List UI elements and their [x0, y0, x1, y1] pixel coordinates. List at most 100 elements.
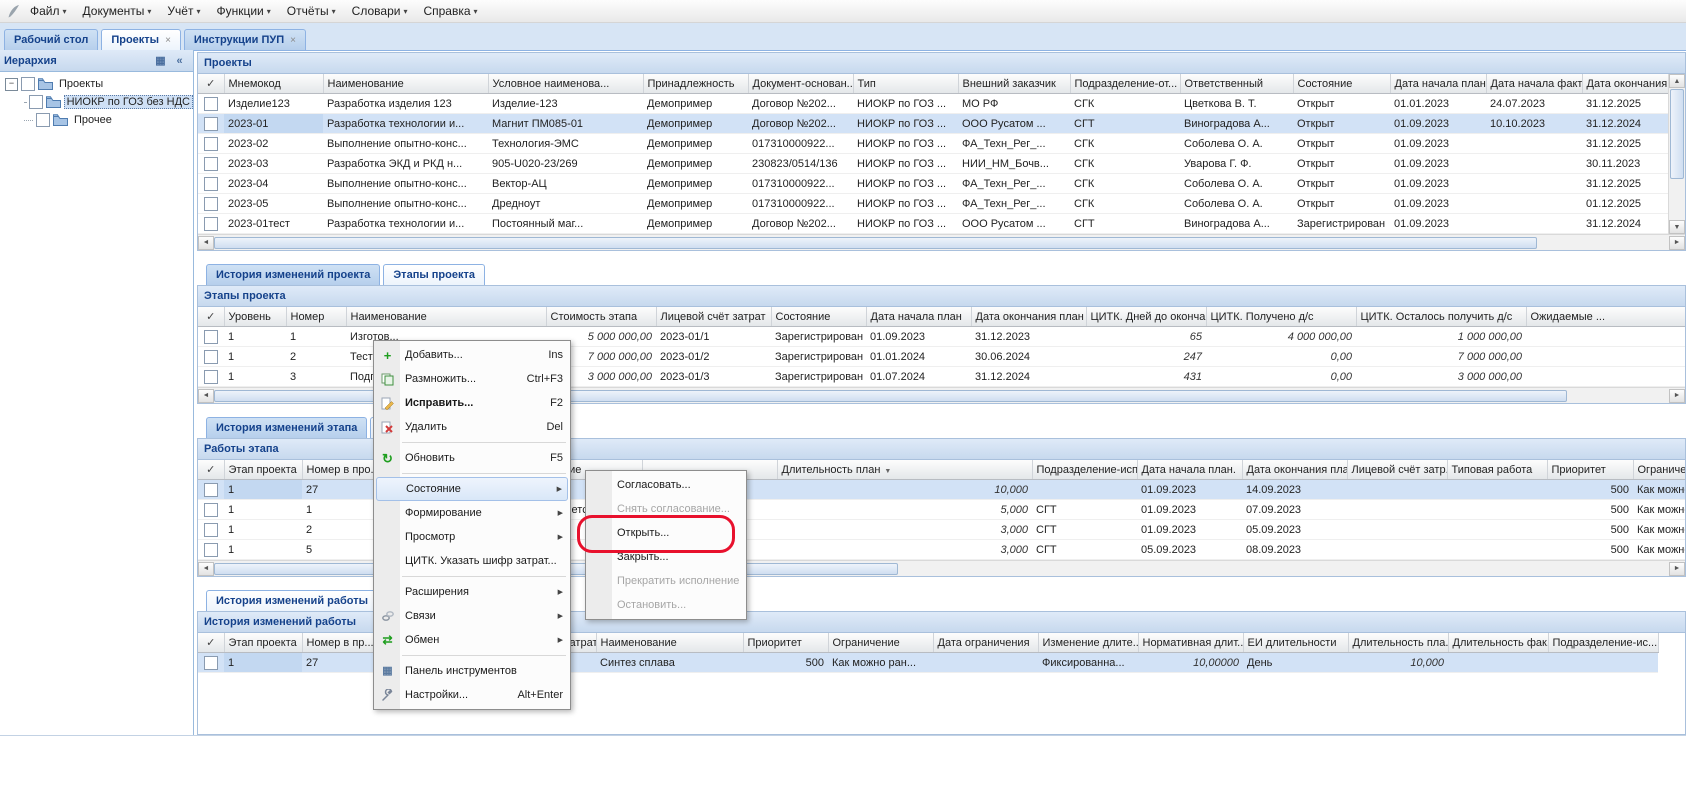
table-cell[interactable]: СГК — [1070, 194, 1180, 214]
column-header[interactable]: Дата начала план. — [1137, 460, 1242, 480]
menu-item-exchange[interactable]: ⇄Обмен▶ — [374, 628, 570, 652]
row-checkbox[interactable] — [204, 197, 218, 211]
column-header[interactable]: Номер — [286, 307, 346, 327]
column-header[interactable]: Длительность фак... — [1448, 633, 1548, 653]
table-cell[interactable] — [1486, 174, 1582, 194]
row-checkbox[interactable] — [204, 177, 218, 191]
select-all-header[interactable]: ✓ — [198, 307, 224, 327]
table-cell[interactable]: 500 — [1547, 480, 1633, 500]
tree-node[interactable]: Прочее — [0, 111, 193, 129]
table-cell[interactable]: 2023-01/1 — [656, 327, 771, 347]
table-cell[interactable]: НИОКР по ГОЗ ... — [853, 154, 958, 174]
sidebar-view-icon[interactable]: ▦ — [151, 52, 170, 70]
table-cell[interactable]: Демопример — [643, 154, 748, 174]
scroll-up-button[interactable]: ▲ — [1669, 74, 1685, 88]
table-cell[interactable]: СГК — [1070, 94, 1180, 114]
menu-item-citk-cost-code[interactable]: ЦИТК. Указать шифр затрат... — [374, 549, 570, 573]
table-cell[interactable]: 65 — [1086, 327, 1206, 347]
table-cell[interactable]: 01.09.2023 — [1390, 214, 1486, 234]
row-checkbox[interactable] — [204, 97, 218, 111]
table-cell[interactable]: 500 — [1547, 520, 1633, 540]
table-cell[interactable] — [1486, 154, 1582, 174]
table-cell[interactable]: 2023-01 — [224, 114, 323, 134]
table-cell[interactable]: Разработка изделия 123 — [323, 94, 488, 114]
table-cell[interactable]: 5,000 — [777, 500, 1032, 520]
row-checkbox-cell[interactable] — [198, 327, 224, 347]
table-row[interactable]: 2023-01Разработка технологии и...Магнит … — [198, 114, 1685, 134]
table-cell[interactable]: Выполнение опытно-конс... — [323, 194, 488, 214]
tree-expander-icon[interactable]: − — [5, 78, 18, 91]
table-cell[interactable]: Как можно ран... — [1633, 520, 1685, 540]
table-cell[interactable]: СГТ — [1070, 114, 1180, 134]
table-cell[interactable] — [1447, 540, 1547, 560]
row-checkbox[interactable] — [204, 483, 218, 497]
menubar-item[interactable]: Учёт▾ — [159, 2, 208, 20]
table-cell[interactable]: Демопример — [643, 134, 748, 154]
close-icon[interactable]: × — [290, 35, 296, 46]
row-checkbox-cell[interactable] — [198, 154, 224, 174]
table-cell[interactable]: 27 — [302, 480, 380, 500]
table-cell[interactable]: Изделие-123 — [488, 94, 643, 114]
main-tab[interactable]: Рабочий стол — [4, 29, 98, 50]
column-header[interactable]: Дата начала факт... — [1486, 74, 1582, 94]
column-header[interactable]: Уровень — [224, 307, 286, 327]
menu-item-add[interactable]: +Добавить...Ins — [374, 343, 570, 367]
table-cell[interactable]: НИОКР по ГОЗ ... — [853, 174, 958, 194]
table-cell[interactable]: Уварова Г. Ф. — [1180, 154, 1293, 174]
table-cell[interactable]: 017310000922... — [748, 134, 853, 154]
table-cell[interactable]: 1 — [302, 500, 380, 520]
column-header[interactable]: Приоритет — [1547, 460, 1633, 480]
table-cell[interactable]: 31.12.2025 — [1582, 134, 1678, 154]
table-cell[interactable]: НИОКР по ГОЗ ... — [853, 94, 958, 114]
table-cell[interactable]: Зарегистрирован — [771, 347, 866, 367]
table-cell[interactable]: 5 — [302, 540, 380, 560]
section-tab[interactable]: История изменений этапа — [206, 417, 367, 438]
column-header[interactable]: Номер в пр... — [302, 633, 374, 653]
column-header[interactable]: Нормативная длит... — [1138, 633, 1243, 653]
select-all-header[interactable]: ✓ — [198, 74, 224, 94]
table-cell[interactable]: СГТ — [1032, 500, 1137, 520]
menubar-item[interactable]: Документы▾ — [75, 2, 160, 20]
column-header[interactable]: Дата ограничения — [933, 633, 1038, 653]
table-cell[interactable]: Соболева О. А. — [1180, 174, 1293, 194]
table-cell[interactable]: 10,000 — [1348, 653, 1448, 673]
tree-checkbox[interactable] — [21, 77, 35, 91]
table-cell[interactable]: 2023-04 — [224, 174, 323, 194]
tree-node-label[interactable]: Проекты — [56, 77, 106, 91]
table-cell[interactable]: Демопример — [643, 94, 748, 114]
section-tab[interactable]: История изменений работы — [206, 590, 378, 611]
column-header[interactable]: ЦИТК. Дней до окончания — [1086, 307, 1206, 327]
menu-item-toolbar-panel[interactable]: ▦Панель инструментов — [374, 659, 570, 683]
scroll-left-button[interactable]: ◄ — [198, 389, 214, 403]
menu-item-close[interactable]: Закрыть... — [586, 545, 746, 569]
row-checkbox[interactable] — [204, 157, 218, 171]
table-cell[interactable]: 1 — [224, 540, 302, 560]
table-cell[interactable]: Открыт — [1293, 94, 1390, 114]
table-cell[interactable]: 01.01.2024 — [866, 347, 971, 367]
table-cell[interactable]: 247 — [1086, 347, 1206, 367]
column-header[interactable]: Дата окончания план — [971, 307, 1086, 327]
table-cell[interactable]: 31.12.2024 — [1582, 214, 1678, 234]
table-cell[interactable]: Разработка технологии и... — [323, 114, 488, 134]
menubar-item[interactable]: Функции▾ — [208, 2, 278, 20]
tree-checkbox[interactable] — [29, 95, 43, 109]
collapse-sidebar-icon[interactable]: « — [170, 52, 189, 70]
menu-item-edit[interactable]: Исправить...F2 — [374, 391, 570, 415]
table-cell[interactable]: Выполнение опытно-конс... — [323, 174, 488, 194]
table-cell[interactable] — [1486, 194, 1582, 214]
table-cell[interactable]: 4 000 000,00 — [1206, 327, 1356, 347]
column-header[interactable]: Типовая работа — [1447, 460, 1547, 480]
table-cell[interactable]: 3 000 000,00 — [1356, 367, 1526, 387]
table-cell[interactable] — [1486, 134, 1582, 154]
row-checkbox-cell[interactable] — [198, 94, 224, 114]
table-cell[interactable]: 01.09.2023 — [1390, 194, 1486, 214]
menubar-item[interactable]: Отчёты▾ — [279, 2, 344, 20]
menu-item-state[interactable]: Состояние▶ — [376, 477, 568, 501]
table-cell[interactable]: 2 — [286, 347, 346, 367]
table-cell[interactable]: Разработка ЭКД и РКД н... — [323, 154, 488, 174]
table-cell[interactable]: 31.12.2025 — [1582, 94, 1678, 114]
table-cell[interactable]: Договор №202... — [748, 114, 853, 134]
row-checkbox-cell[interactable] — [198, 114, 224, 134]
column-header[interactable]: Этап проекта — [224, 633, 302, 653]
column-header[interactable]: Дата окончания план — [1242, 460, 1347, 480]
